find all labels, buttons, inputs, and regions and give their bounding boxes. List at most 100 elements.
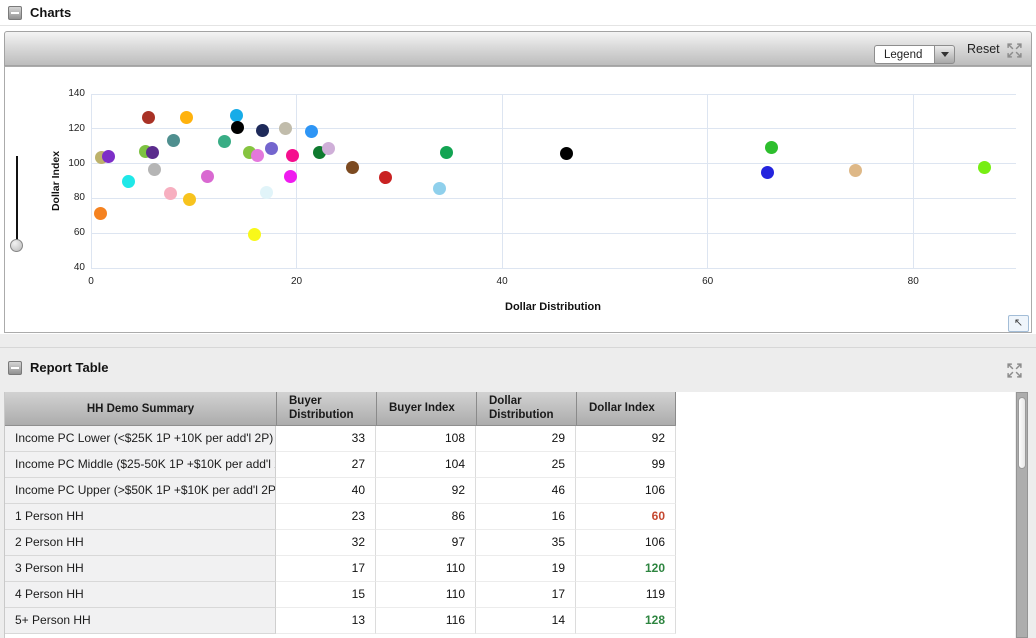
zoom-slider-handle[interactable]	[10, 239, 23, 252]
table-scrollbar-thumb[interactable]	[1018, 397, 1026, 469]
value-cell: 92	[376, 478, 476, 504]
value-cell: 17	[476, 582, 576, 608]
v-gridline	[502, 94, 503, 268]
chart-panel: Dollar Index Dollar Distribution 4060801…	[4, 66, 1032, 333]
value-cell: 40	[276, 478, 376, 504]
v-gridline	[91, 94, 92, 268]
scatter-point[interactable]	[260, 186, 273, 199]
scatter-point[interactable]	[146, 146, 159, 159]
column-header-dollar-distribution[interactable]: Dollar Distribution	[476, 392, 576, 425]
scatter-point[interactable]	[231, 121, 244, 134]
value-cell: 97	[376, 530, 476, 556]
table-row[interactable]: 5+ Person HH1311614128	[5, 608, 676, 634]
value-cell: 120	[576, 556, 676, 582]
h-gridline	[91, 233, 1016, 234]
table-scrollbar[interactable]	[1016, 392, 1028, 638]
scatter-point[interactable]	[248, 228, 261, 241]
scatter-point[interactable]	[148, 163, 161, 176]
column-header-hh-demo-summary[interactable]: HH Demo Summary	[5, 392, 276, 425]
value-cell: 110	[376, 556, 476, 582]
scatter-plot	[91, 94, 1016, 268]
scatter-point[interactable]	[251, 149, 264, 162]
scatter-point[interactable]	[761, 166, 774, 179]
scatter-point[interactable]	[164, 187, 177, 200]
y-tick-label: 80	[49, 192, 85, 203]
charts-section-header: Charts	[8, 5, 71, 20]
restore-chart-button[interactable]: ↖	[1008, 315, 1029, 332]
header-divider	[0, 25, 1036, 26]
x-tick-label: 60	[688, 276, 728, 287]
y-tick-label: 120	[49, 123, 85, 134]
scatter-point[interactable]	[265, 142, 278, 155]
scatter-point[interactable]	[122, 175, 135, 188]
legend-dropdown[interactable]: Legend	[874, 45, 955, 64]
scatter-point[interactable]	[379, 171, 392, 184]
collapse-report-table-icon[interactable]	[8, 361, 22, 375]
scatter-point[interactable]	[978, 161, 991, 174]
scatter-point[interactable]	[560, 147, 573, 160]
scatter-point[interactable]	[440, 146, 453, 159]
reset-button[interactable]: Reset	[967, 42, 1000, 56]
scatter-point[interactable]	[102, 150, 115, 163]
value-cell: 99	[576, 452, 676, 478]
legend-dropdown-value[interactable]: Legend	[874, 45, 934, 64]
table-row[interactable]: 2 Person HH329735106	[5, 530, 676, 556]
v-gridline	[707, 94, 708, 268]
legend-dropdown-button[interactable]	[934, 45, 955, 64]
scatter-point[interactable]	[322, 142, 335, 155]
section-divider	[0, 347, 1036, 348]
maximize-chart-icon[interactable]	[1006, 42, 1023, 59]
table-row[interactable]: Income PC Upper (>$50K 1P +$10K per add'…	[5, 478, 676, 504]
scatter-point[interactable]	[167, 134, 180, 147]
value-cell: 46	[476, 478, 576, 504]
h-gridline	[91, 163, 1016, 164]
maximize-table-icon[interactable]	[1006, 362, 1023, 379]
value-cell: 33	[276, 426, 376, 452]
row-label-cell: 2 Person HH	[5, 530, 276, 556]
scatter-point[interactable]	[94, 207, 107, 220]
report-table-section: Report Table HH Demo Summary Buyer Distr…	[0, 334, 1036, 638]
table-body: Income PC Lower (<$25K 1P +10K per add'l…	[5, 426, 1015, 634]
scatter-point[interactable]	[765, 141, 778, 154]
scatter-point[interactable]	[180, 111, 193, 124]
scatter-point[interactable]	[256, 124, 269, 137]
charts-section-title: Charts	[30, 5, 71, 20]
scatter-point[interactable]	[218, 135, 231, 148]
scatter-point[interactable]	[433, 182, 446, 195]
chevron-down-icon	[941, 52, 949, 57]
restore-arrow-icon: ↖	[1014, 317, 1023, 329]
h-gridline	[91, 128, 1016, 129]
value-cell: 86	[376, 504, 476, 530]
value-cell: 23	[276, 504, 376, 530]
report-table-header: Report Table	[8, 360, 109, 375]
row-label-cell: 3 Person HH	[5, 556, 276, 582]
x-tick-label: 20	[277, 276, 317, 287]
value-cell: 25	[476, 452, 576, 478]
column-header-dollar-index[interactable]: Dollar Index	[576, 392, 676, 425]
value-cell: 108	[376, 426, 476, 452]
table-row[interactable]: 1 Person HH23861660	[5, 504, 676, 530]
scatter-point[interactable]	[346, 161, 359, 174]
value-cell: 15	[276, 582, 376, 608]
scatter-point[interactable]	[849, 164, 862, 177]
row-label-cell: 5+ Person HH	[5, 608, 276, 634]
value-cell: 14	[476, 608, 576, 634]
value-cell: 60	[576, 504, 676, 530]
row-label-cell: 1 Person HH	[5, 504, 276, 530]
scatter-point[interactable]	[183, 193, 196, 206]
scatter-point[interactable]	[142, 111, 155, 124]
table-row[interactable]: Income PC Lower (<$25K 1P +10K per add'l…	[5, 426, 676, 452]
column-header-buyer-index[interactable]: Buyer Index	[376, 392, 476, 425]
scatter-point[interactable]	[284, 170, 297, 183]
table-row[interactable]: 3 Person HH1711019120	[5, 556, 676, 582]
collapse-charts-icon[interactable]	[8, 6, 22, 20]
h-gridline	[91, 198, 1016, 199]
scatter-point[interactable]	[279, 122, 292, 135]
table-row[interactable]: 4 Person HH1511017119	[5, 582, 676, 608]
row-label-cell: Income PC Lower (<$25K 1P +10K per add'l…	[5, 426, 276, 452]
column-header-buyer-distribution[interactable]: Buyer Distribution	[276, 392, 376, 425]
scatter-point[interactable]	[201, 170, 214, 183]
table-row[interactable]: Income PC Middle ($25-50K 1P +$10K per a…	[5, 452, 676, 478]
value-cell: 27	[276, 452, 376, 478]
scatter-point[interactable]	[305, 125, 318, 138]
